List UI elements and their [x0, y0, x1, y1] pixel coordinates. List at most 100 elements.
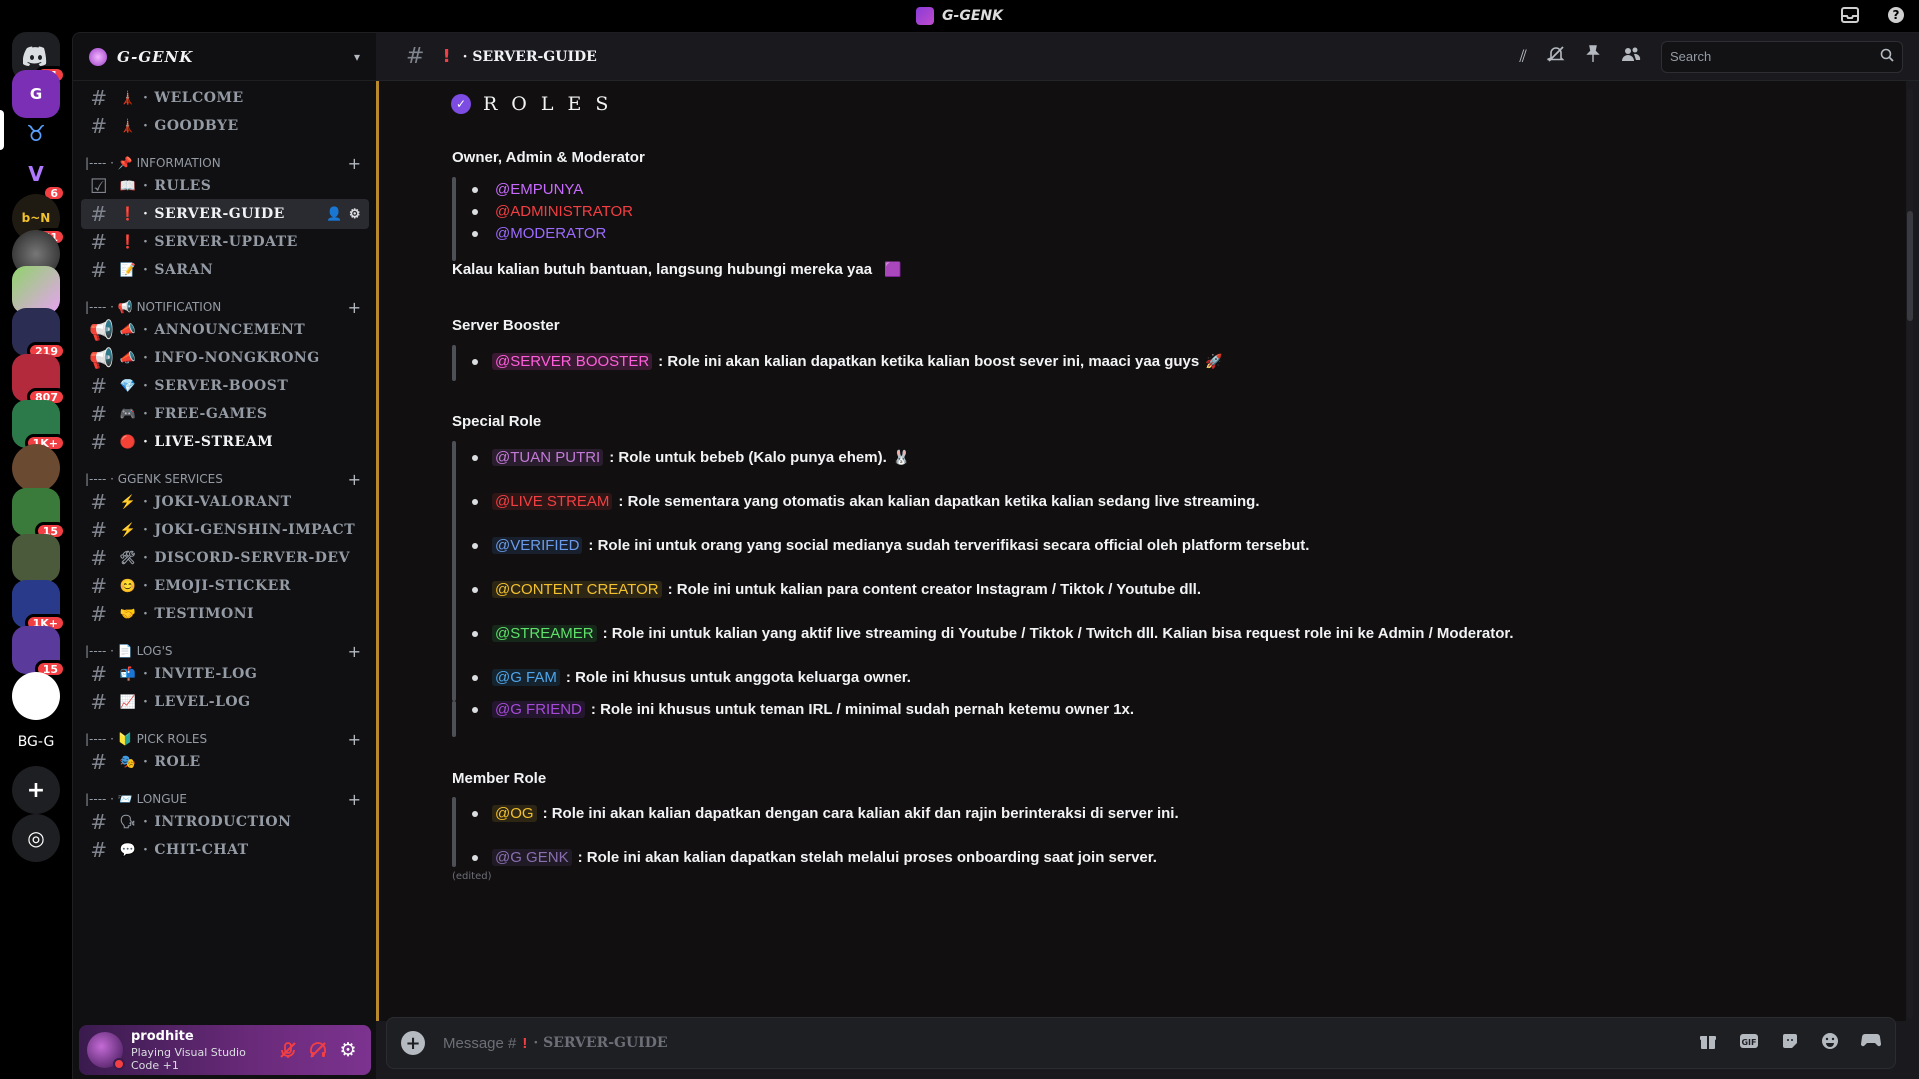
channel-introduction[interactable]: # 🗣 · INTRODUCTION	[81, 807, 369, 837]
anime-server-icon[interactable]	[12, 266, 60, 314]
quote-block: @OG: Role ini akan kalian dapatkan denga…	[452, 797, 1179, 867]
channel-rules[interactable]: ☑ 📖 · RULES	[81, 171, 369, 201]
channel-server-guide[interactable]: # ❗ · SERVER-GUIDE 👤 ⚙	[81, 199, 369, 229]
notification-muted-icon[interactable]	[1547, 45, 1565, 68]
add-server-icon[interactable]: +	[12, 766, 60, 814]
channel-role[interactable]: # 🎭 · ROLE	[81, 747, 369, 777]
search-input[interactable]	[1670, 49, 1880, 64]
role-mention[interactable]: @LIVE STREAM	[492, 493, 613, 510]
inbox-icon[interactable]	[1839, 4, 1861, 26]
quote-block: @TUAN PUTRI: Role untuk bebeb (Kalo puny…	[452, 441, 1514, 701]
folder-server-icon[interactable]: 1K+	[12, 400, 66, 452]
gift-icon[interactable]	[1699, 1032, 1717, 1055]
pin-icon[interactable]	[1585, 45, 1601, 68]
threads-icon[interactable]: ⫽	[1519, 47, 1527, 67]
list-item: @LIVE STREAM: Role sementara yang otomat…	[468, 493, 1260, 510]
channel-welcome[interactable]: # 🗼 · WELCOME	[81, 83, 369, 113]
scrollbar-thumb[interactable]	[1907, 211, 1913, 321]
gif-icon[interactable]: GIF	[1739, 1032, 1759, 1055]
emoji-icon: 🐰	[892, 449, 911, 465]
list-item: @MODERATOR	[468, 225, 609, 242]
sticker-icon[interactable]	[1781, 1032, 1799, 1055]
text-server-icon[interactable]: BG-G	[12, 718, 60, 766]
channel-joki-genshin[interactable]: # ⚡ · JOKI-GENSHIN-IMPACT	[81, 515, 369, 545]
channel-live-stream[interactable]: # 🔴 · LIVE-STREAM	[81, 427, 369, 457]
role-mention[interactable]: @MODERATOR	[492, 225, 609, 242]
channel-server-boost[interactable]: # 💎 · SERVER-BOOST	[81, 371, 369, 401]
search-icon	[1880, 48, 1894, 66]
main-panel: # ! · SERVER-GUIDE ⫽ ✓ ROLES Owne	[376, 32, 1919, 1079]
channel-emoji-sticker[interactable]: # 😊 · EMOJI-STICKER	[81, 571, 369, 601]
server-header[interactable]: G-GENK ▾	[73, 33, 376, 81]
role-mention[interactable]: @G FRIEND	[492, 701, 585, 718]
plus-icon[interactable]: +	[348, 470, 361, 489]
invite-icon[interactable]: 👤	[326, 207, 343, 222]
help-icon[interactable]: ?	[1885, 4, 1907, 26]
activity-icon[interactable]	[1860, 1032, 1882, 1055]
channel-server-update[interactable]: # ❗ · SERVER-UPDATE	[81, 227, 369, 257]
mic-muted-icon[interactable]	[273, 1035, 303, 1065]
hash-icon: #	[90, 838, 108, 862]
folder-server-icon[interactable]: 15	[12, 488, 66, 540]
list-item: @G GENK: Role ini akan kalian dapatkan s…	[468, 849, 1157, 866]
role-mention[interactable]: @SERVER BOOSTER	[492, 353, 653, 370]
role-mention[interactable]: @G GENK	[492, 849, 572, 866]
role-mention[interactable]: @ADMINISTRATOR	[492, 203, 636, 220]
folder-server-icon[interactable]	[12, 534, 60, 582]
channel-chit-chat[interactable]: # 💬 · CHIT-CHAT	[81, 835, 369, 865]
plus-icon[interactable]: +	[348, 790, 361, 809]
channel-announcement[interactable]: 📢 📣 · ANNOUNCEMENT	[81, 315, 369, 345]
role-mention[interactable]: @CONTENT CREATOR	[492, 581, 662, 598]
channel-goodbye[interactable]: # 🗼 · GOODBYE	[81, 111, 369, 141]
role-mention[interactable]: @EMPUNYA	[492, 181, 586, 198]
help-note: Kalau kalian butuh bantuan, langsung hub…	[452, 261, 902, 278]
folder-server-icon[interactable]: 807	[12, 354, 66, 406]
member-list-icon[interactable]	[1621, 46, 1641, 67]
list-item: @OG: Role ini akan kalian dapatkan denga…	[468, 805, 1179, 822]
role-mention[interactable]: @VERIFIED	[492, 537, 583, 554]
hash-icon: #	[90, 430, 108, 454]
circle-logo-server-icon[interactable]	[12, 672, 60, 720]
role-mention[interactable]: @STREAMER	[492, 625, 597, 642]
channel-saran[interactable]: # 📝 · SARAN	[81, 255, 369, 285]
emoji-picker-icon[interactable]	[1821, 1032, 1839, 1055]
plus-icon[interactable]: +	[348, 730, 361, 749]
gear-icon[interactable]: ⚙	[349, 207, 361, 222]
gear-icon[interactable]: ⚙	[333, 1035, 363, 1065]
folder-server-icon[interactable]: 15	[12, 626, 66, 678]
folder-server-icon[interactable]: 1K+	[12, 580, 66, 632]
channel-testimoni[interactable]: # 🤝 · TESTIMONI	[81, 599, 369, 629]
megaphone-icon: 📢	[89, 318, 115, 342]
avatar[interactable]	[87, 1032, 125, 1070]
channel-info-nongkrong[interactable]: 📢 📣 · INFO-NONGKRONG	[81, 343, 369, 373]
username[interactable]: prodhite	[131, 1029, 273, 1044]
plus-icon[interactable]: +	[348, 298, 361, 317]
folder-server-icon[interactable]: 219	[12, 308, 66, 360]
role-mention[interactable]: @OG	[492, 805, 537, 822]
role-mention[interactable]: @TUAN PUTRI	[492, 449, 604, 466]
emoji-icon: 🚀	[1205, 353, 1223, 369]
channel-header: # ! · SERVER-GUIDE ⫽	[376, 33, 1919, 81]
message-input[interactable]: Message # ! · SERVER-GUIDE	[443, 1035, 1699, 1052]
channel-joki-valorant[interactable]: # ⚡ · JOKI-VALORANT	[81, 487, 369, 517]
role-mention[interactable]: @G FAM	[492, 669, 560, 686]
add-attachment-button[interactable]: +	[401, 1031, 425, 1055]
channel-list: # 🗼 · WELCOME # 🗼 · GOODBYE |---- · 📌 INFORMAT…	[73, 81, 377, 1041]
channel-free-games[interactable]: # 🎮 · FREE-GAMES	[81, 399, 369, 429]
headphones-muted-icon[interactable]	[303, 1035, 333, 1065]
discover-icon[interactable]: ◎	[12, 814, 60, 862]
channel-title: · SERVER-GUIDE	[462, 48, 597, 65]
message-composer[interactable]: + Message # ! · SERVER-GUIDE GIF	[386, 1017, 1896, 1069]
section-title: Special Role	[452, 413, 542, 430]
user-activity: Playing Visual Studio Code +1	[131, 1045, 246, 1072]
channel-discord-server-dev[interactable]: # 🛠 · DISCORD-SERVER-DEV	[81, 543, 369, 573]
channel-invite-log[interactable]: # 📬 · INVITE-LOG	[81, 659, 369, 689]
v-server-icon[interactable]: V6	[12, 150, 66, 202]
plus-icon[interactable]: +	[348, 154, 361, 173]
channel-level-log[interactable]: # 📈 · LEVEL-LOG	[81, 687, 369, 717]
list-item: @ADMINISTRATOR	[468, 203, 636, 220]
folder-server-icon[interactable]	[12, 444, 60, 492]
plus-icon[interactable]: +	[348, 642, 361, 661]
list-item: @EMPUNYA	[468, 181, 586, 198]
search-box[interactable]	[1661, 40, 1903, 73]
